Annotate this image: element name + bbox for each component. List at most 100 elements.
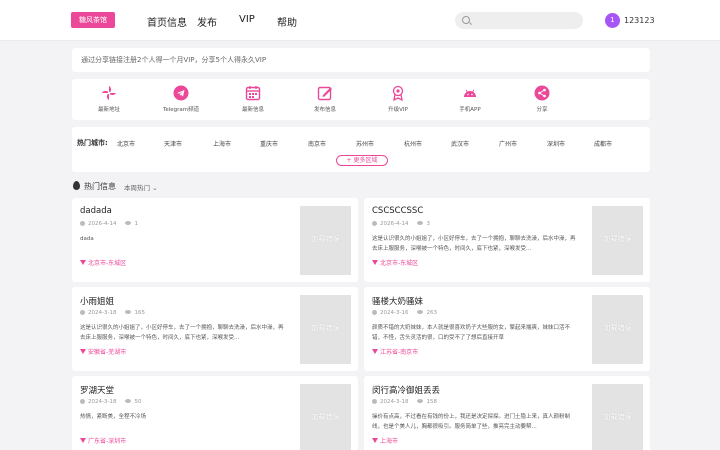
clock-icon bbox=[80, 221, 85, 226]
hot-cities: 热门城市: 北京市 天津市 上海市 重庆市 南京市 苏州市 杭州市 武汉市 广州… bbox=[72, 127, 650, 172]
post-location[interactable]: 上海市 bbox=[372, 436, 398, 445]
pinwheel-icon bbox=[102, 86, 116, 100]
quick-link-label: 手机APP bbox=[459, 107, 481, 113]
eye-icon bbox=[125, 399, 132, 403]
nav-publish[interactable]: 发布 bbox=[197, 14, 217, 29]
city-link[interactable]: 广州市 bbox=[499, 139, 517, 148]
city-link[interactable]: 天津市 bbox=[164, 139, 182, 148]
city-link[interactable]: 杭州市 bbox=[404, 139, 422, 148]
post-title[interactable]: 小雨姐姐 bbox=[80, 295, 114, 307]
site-logo[interactable]: 糖风茶馆 bbox=[71, 12, 115, 28]
post-card[interactable]: dadada 2026-4-14 1 dada 北京市-东城区 加载错误 bbox=[72, 198, 358, 282]
post-views: 1 bbox=[134, 221, 138, 227]
city-link[interactable]: 深圳市 bbox=[547, 139, 565, 148]
calendar-icon bbox=[245, 86, 261, 101]
post-meta: 2024-3-16 263 bbox=[372, 310, 437, 316]
post-card[interactable]: 小雨姐姐 2024-3-18 165 这是认识很久的小姐姐了，小区好停车，去了一个… bbox=[72, 287, 358, 371]
post-location[interactable]: 北京市-东城区 bbox=[372, 258, 418, 267]
share-icon bbox=[534, 85, 550, 101]
eye-icon bbox=[125, 221, 132, 225]
post-thumbnail[interactable]: 加载错误 bbox=[592, 295, 643, 364]
notice-text: 通过分享链接注册2个人得一个月VIP，分享5个人得永久VIP bbox=[81, 56, 267, 64]
nav-vip[interactable]: VIP bbox=[239, 14, 255, 25]
quick-link-telegram[interactable]: Telegram频道 bbox=[151, 85, 211, 113]
edit-icon bbox=[317, 86, 332, 101]
post-meta: 2024-3-18 158 bbox=[372, 399, 437, 405]
quick-link-latest-info[interactable]: 最新信息 bbox=[223, 85, 283, 113]
post-title[interactable]: 骚楼大奶骚妹 bbox=[372, 295, 423, 307]
quick-link-latest-address[interactable]: 最新地址 bbox=[79, 85, 139, 113]
post-title[interactable]: CSCSCCSSC bbox=[372, 206, 423, 216]
section-title: 热门信息 bbox=[84, 182, 116, 191]
eye-icon bbox=[417, 221, 424, 225]
city-link[interactable]: 北京市 bbox=[117, 139, 135, 148]
post-date: 2024-3-18 bbox=[88, 399, 117, 405]
post-location-text: 广东省-深圳市 bbox=[88, 438, 127, 445]
eye-icon bbox=[417, 310, 424, 314]
thumbnail-error-text: 加载错误 bbox=[603, 324, 632, 332]
city-link[interactable]: 成都市 bbox=[594, 139, 612, 148]
quick-link-upgrade-vip[interactable]: 升级VIP bbox=[368, 85, 428, 113]
post-location-text: 北京市-东城区 bbox=[380, 260, 419, 267]
post-location[interactable]: 江苏省-南京市 bbox=[372, 347, 418, 356]
post-thumbnail[interactable]: 加载错误 bbox=[300, 206, 351, 275]
post-thumbnail[interactable]: 加载错误 bbox=[300, 384, 351, 450]
post-title[interactable]: dadada bbox=[80, 206, 112, 216]
post-location[interactable]: 广东省-深圳市 bbox=[80, 436, 126, 445]
post-date: 2026-4-14 bbox=[380, 221, 409, 227]
quick-links: 最新地址 Telegram频道 最新信息 发布信息 升级VIP 手机APP 分享 bbox=[72, 79, 650, 120]
post-meta: 2026-4-14 3 bbox=[372, 221, 430, 227]
post-card[interactable]: 罗湖天堂 2024-3-18 50 热情，紧断美，全程不冷场 广东省-深圳市 加载… bbox=[72, 376, 358, 450]
post-location-text: 安徽省-芜湖市 bbox=[88, 349, 127, 356]
nav-home[interactable]: 首页信息 bbox=[147, 14, 187, 29]
post-views: 3 bbox=[426, 221, 430, 227]
post-thumbnail[interactable]: 加载错误 bbox=[300, 295, 351, 364]
search-icon bbox=[462, 16, 470, 24]
city-link[interactable]: 重庆市 bbox=[260, 139, 278, 148]
quick-link-publish-info[interactable]: 发布信息 bbox=[295, 85, 355, 113]
weekly-hot-dropdown[interactable]: 本周热门 ⌄ bbox=[124, 182, 158, 192]
post-thumbnail[interactable]: 加载错误 bbox=[592, 206, 643, 275]
thumbnail-error-text: 加载错误 bbox=[311, 235, 340, 243]
post-card[interactable]: 骚楼大奶骚妹 2024-3-16 263 颜质不错的大奶妹妹，本人就是很喜欢奶子大… bbox=[364, 287, 650, 371]
thumbnail-error-text: 加载错误 bbox=[603, 235, 632, 243]
quick-link-mobile-app[interactable]: 手机APP bbox=[440, 85, 500, 113]
post-location[interactable]: 安徽省-芜湖市 bbox=[80, 347, 126, 356]
city-link[interactable]: 南京市 bbox=[308, 139, 326, 148]
username[interactable]: 123123 bbox=[624, 16, 655, 25]
avatar[interactable]: 1 bbox=[605, 13, 620, 28]
quick-link-label: 最新地址 bbox=[97, 107, 120, 113]
eye-icon bbox=[125, 310, 132, 314]
post-thumbnail[interactable]: 加载错误 bbox=[592, 384, 643, 450]
more-regions-button[interactable]: + 更多区域 bbox=[336, 155, 388, 166]
clock-icon bbox=[372, 399, 377, 404]
post-card[interactable]: CSCSCCSSC 2026-4-14 3 这是认识很久的小姐姐了，小区好停车，去… bbox=[364, 198, 650, 282]
nav-help[interactable]: 帮助 bbox=[277, 14, 297, 29]
post-location-text: 江苏省-南京市 bbox=[380, 349, 419, 356]
post-title[interactable]: 罗湖天堂 bbox=[80, 384, 114, 396]
city-link[interactable]: 武汉市 bbox=[451, 139, 469, 148]
quick-link-label: 升级VIP bbox=[388, 107, 408, 113]
post-title[interactable]: 闵行高冷御姐丢丢 bbox=[372, 384, 440, 396]
post-location[interactable]: 北京市-东城区 bbox=[80, 258, 126, 267]
post-desc: 操价有点高，不过看在有钱的份上，我还是决定探探。进门土隐上来，真人颜粉制线，也是… bbox=[372, 414, 571, 430]
quick-link-label: 发布信息 bbox=[313, 107, 336, 113]
plus-icon: + bbox=[346, 157, 352, 164]
thumbnail-error-text: 加载错误 bbox=[311, 324, 340, 332]
thumbnail-error-text: 加载错误 bbox=[311, 413, 340, 421]
post-date: 2026-4-14 bbox=[88, 221, 117, 227]
post-date: 2024-3-16 bbox=[380, 310, 409, 316]
post-views: 50 bbox=[134, 399, 142, 405]
city-link[interactable]: 上海市 bbox=[213, 139, 231, 148]
post-views: 263 bbox=[426, 310, 437, 316]
post-card[interactable]: 闵行高冷御姐丢丢 2024-3-18 158 操价有点高，不过看在有钱的份上，我还… bbox=[364, 376, 650, 450]
clock-icon bbox=[80, 310, 85, 315]
location-icon bbox=[372, 260, 378, 265]
city-link[interactable]: 苏州市 bbox=[356, 139, 374, 148]
location-icon bbox=[80, 349, 86, 354]
quick-link-label: 分享 bbox=[536, 107, 548, 113]
quick-link-share[interactable]: 分享 bbox=[512, 85, 572, 113]
post-meta: 2026-4-14 1 bbox=[80, 221, 138, 227]
clock-icon bbox=[372, 310, 377, 315]
search-input[interactable] bbox=[455, 12, 583, 29]
